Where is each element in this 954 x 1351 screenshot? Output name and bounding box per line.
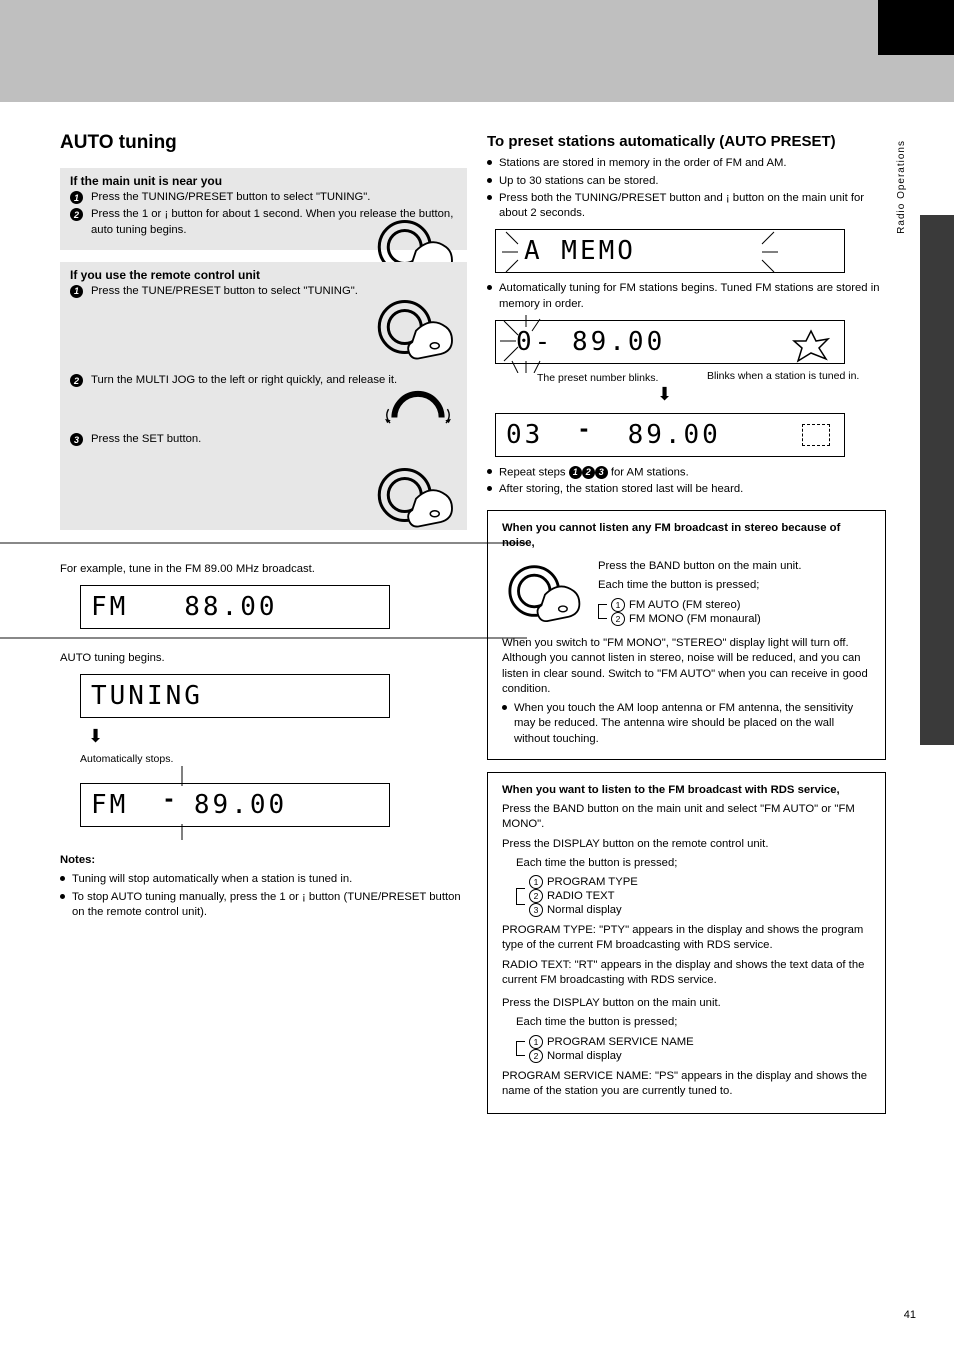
mono-note: When you touch the AM loop antenna or FM… bbox=[502, 701, 871, 747]
ifclose-step1: Press the TUNING/PRESET button to select… bbox=[91, 190, 457, 205]
mono-title: When you cannot listen any FM broadcast … bbox=[502, 521, 871, 552]
ap-intro1: Stations are stored in memory in the ord… bbox=[487, 156, 894, 171]
lcd-tuning-text: TUNING bbox=[91, 681, 203, 711]
tuned-blink-label: Blinks when a station is tuned in. bbox=[707, 370, 859, 382]
note-1: Tuning will stop automatically when a st… bbox=[60, 872, 467, 887]
press-button-icon-2 bbox=[371, 292, 461, 365]
autopreset-heading: To preset stations automatically (AUTO P… bbox=[487, 132, 894, 152]
rds-each2: Each time the button is pressed; bbox=[516, 856, 871, 871]
down-arrow: ⬇ bbox=[88, 726, 467, 747]
down-arrow-2: ⬇ bbox=[657, 384, 894, 405]
rds-ps: PROGRAM SERVICE NAME bbox=[547, 1036, 694, 1048]
rds-ps-c2: 2 bbox=[529, 1049, 543, 1063]
rds-pslead: Press the DISPLAY button on the main uni… bbox=[502, 996, 871, 1011]
preset-blink-label: The preset number blinks. bbox=[537, 372, 658, 384]
rds-lead2: Press the DISPLAY button on the remote c… bbox=[502, 837, 871, 852]
ifclose-title: If the main unit is near you bbox=[70, 174, 457, 188]
rds-c2: 2 bbox=[529, 889, 543, 903]
ap-intro4: Automatically tuning for FM stations beg… bbox=[487, 281, 894, 312]
rds-c3: 3 bbox=[529, 903, 543, 917]
lcd-fm8900-band: FM bbox=[91, 790, 128, 820]
ifclose-box: If the main unit is near you 1 Press the … bbox=[60, 168, 467, 250]
mono-lead: Press the BAND button on the main unit. bbox=[598, 559, 871, 574]
lcd-fm8800: FM 88.00 bbox=[80, 585, 390, 629]
auto-tuning-heading: AUTO tuning bbox=[60, 132, 467, 154]
lcd-03-freq: 89.00 bbox=[628, 420, 721, 450]
step-ref-1: 1 bbox=[569, 466, 582, 479]
step-ref-3: 3 bbox=[595, 466, 608, 479]
repeat-line: Repeat steps 123 for AM stations. bbox=[487, 465, 894, 481]
page-number: 41 bbox=[904, 1309, 916, 1321]
side-tab-label: Radio Operations bbox=[896, 140, 916, 234]
mono-fm: FM AUTO (FM stereo) bbox=[629, 599, 741, 611]
mono-para: When you switch to "FM MONO", "STEREO" d… bbox=[502, 636, 871, 697]
rds-rtblock: RADIO TEXT: "RT" appears in the display … bbox=[502, 958, 871, 989]
step-badge-2: 2 bbox=[70, 208, 83, 221]
rds-note: When you want to listen to the FM broadc… bbox=[487, 772, 886, 1114]
step-badge-1b: 1 bbox=[70, 285, 83, 298]
rds-rt: RADIO TEXT bbox=[547, 890, 615, 902]
ifremote-title: If you use the remote control unit bbox=[70, 268, 457, 282]
lcd-fm8900: FM ▬ 89.00 bbox=[80, 783, 390, 827]
auto-begins-label: AUTO tuning begins. bbox=[60, 651, 467, 666]
lcd-fm8800-band: FM bbox=[91, 592, 128, 622]
corner-tab bbox=[878, 0, 954, 55]
ap-intro2: Up to 30 stations can be stored. bbox=[487, 174, 894, 189]
ap-intro3: Press both the TUNING/PRESET button and … bbox=[487, 191, 894, 222]
ifremote-box: If you use the remote control unit 1Pres… bbox=[60, 262, 467, 530]
multi-jog-icon bbox=[383, 382, 453, 435]
side-tab-dark bbox=[920, 215, 954, 745]
blink-star-icon bbox=[792, 329, 830, 366]
step-ref-2: 2 bbox=[582, 466, 595, 479]
lcd-fm8900-freq: 89.00 bbox=[194, 790, 287, 820]
rds-ptyblock: PROGRAM TYPE: "PTY" appears in the displ… bbox=[502, 923, 871, 954]
step-badge-1: 1 bbox=[70, 191, 83, 204]
step-badge-2b: 2 bbox=[70, 374, 83, 387]
rds-ps-normal: Normal display bbox=[547, 1050, 622, 1062]
rds-title: When you want to listen to the FM broadc… bbox=[502, 783, 871, 798]
press-button-icon-3 bbox=[371, 460, 461, 533]
fm-mono-note: When you cannot listen any FM broadcast … bbox=[487, 510, 886, 760]
mono-fmmono: FM MONO (FM monaural) bbox=[629, 613, 761, 625]
rds-psblock: PROGRAM SERVICE NAME: "PS" appears in th… bbox=[502, 1069, 871, 1100]
example-lead: For example, tune in the FM 89.00 MHz br… bbox=[60, 562, 467, 577]
rds-each3: Each time the button is pressed; bbox=[516, 1015, 871, 1030]
rds-lead1: Press the BAND button on the main unit a… bbox=[502, 802, 871, 833]
rds-ps-c1: 1 bbox=[529, 1035, 543, 1049]
rds-pty: PROGRAM TYPE bbox=[547, 876, 638, 888]
rds-c1: 1 bbox=[529, 875, 543, 889]
press-button-icon-4 bbox=[502, 555, 588, 630]
autostop-label: Automatically stops. bbox=[80, 753, 173, 765]
note-2: To stop AUTO tuning manually, press the … bbox=[60, 890, 467, 921]
lcd-fm8800-freq: 88.00 bbox=[184, 592, 277, 622]
circ-1: 1 bbox=[611, 598, 625, 612]
mono-each: Each time the button is pressed; bbox=[598, 578, 871, 593]
step-badge-3b: 3 bbox=[70, 433, 83, 446]
lcd-03-preset: 03 bbox=[506, 420, 543, 450]
rds-normal: Normal display bbox=[547, 904, 622, 916]
lcd-amemo: A MEMO bbox=[495, 229, 845, 273]
page-header bbox=[0, 0, 954, 102]
notes-heading: Notes: bbox=[60, 853, 467, 868]
lcd-03-8900: 03 ▬ 89.00 bbox=[495, 413, 845, 457]
circ-2: 2 bbox=[611, 612, 625, 626]
lcd-0-8900: 0- 89.00 bbox=[495, 320, 845, 364]
lcd-tuning: TUNING bbox=[80, 674, 390, 718]
dashed-indicator bbox=[802, 424, 830, 446]
last-station-line: After storing, the station stored last w… bbox=[487, 482, 894, 497]
